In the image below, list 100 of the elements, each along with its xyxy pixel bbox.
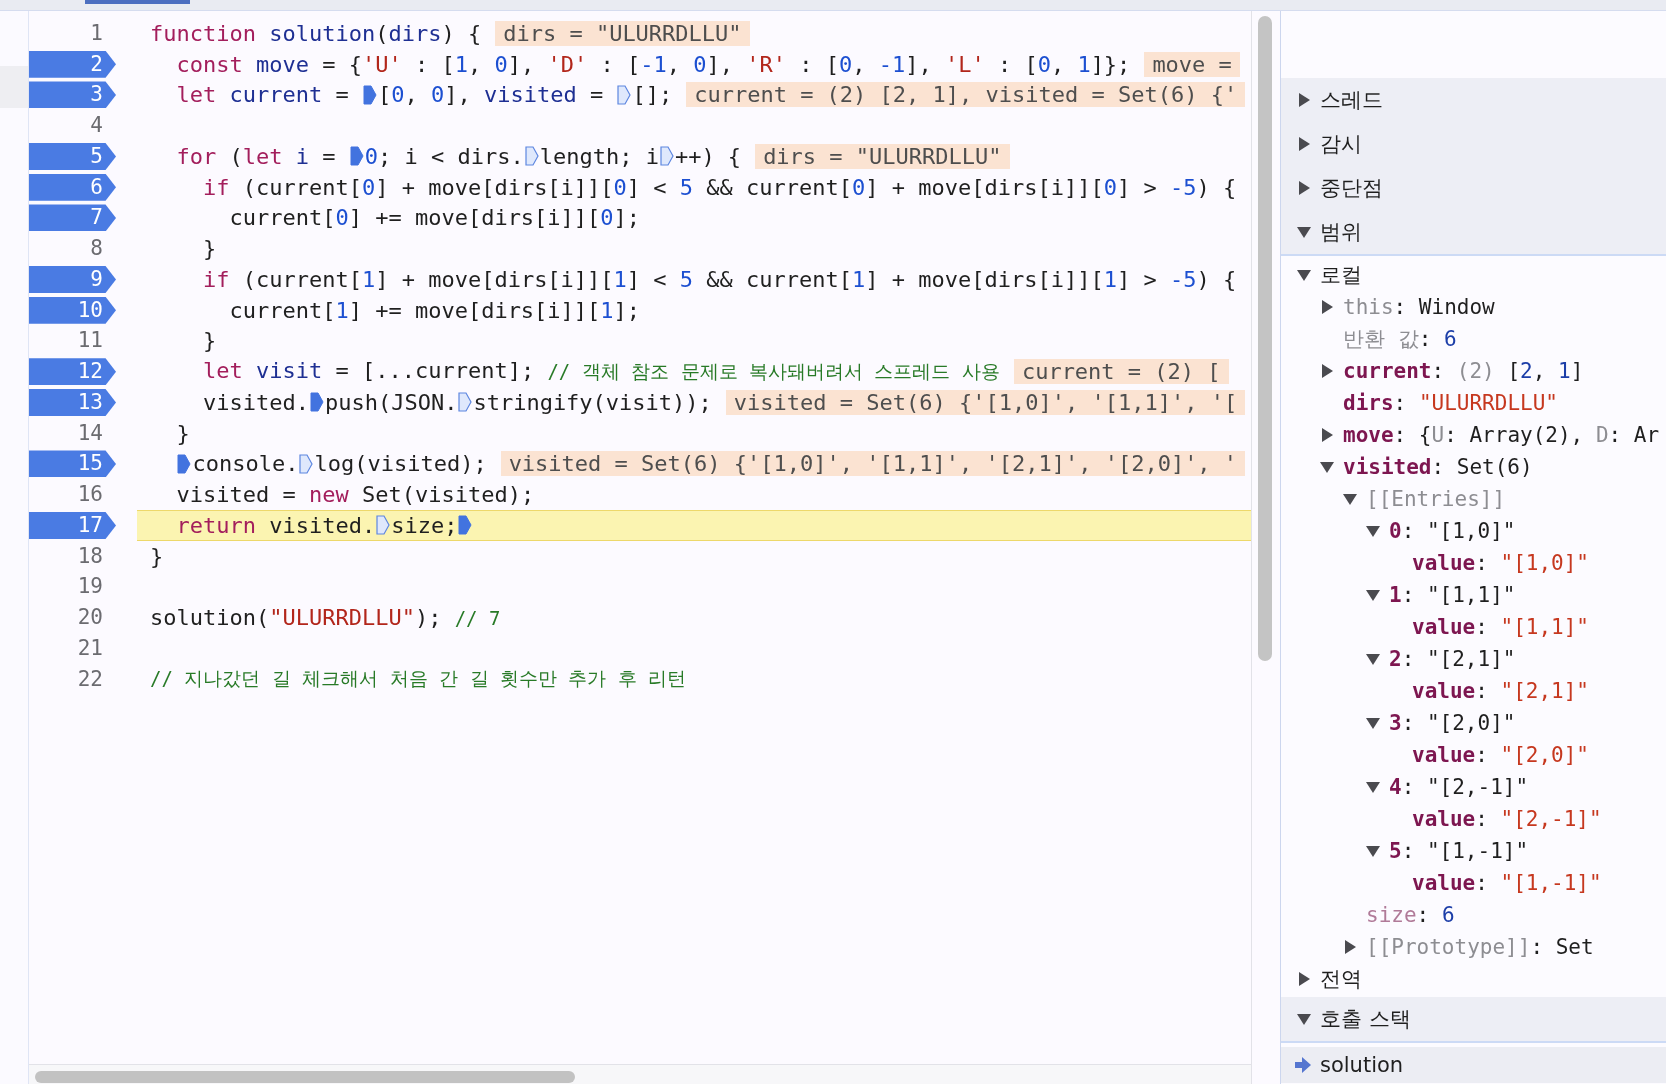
line-number: 21 [76, 634, 104, 662]
breakpoint-marker[interactable]: 7 [29, 204, 116, 232]
property-value: : "[2,1]" [1475, 679, 1590, 703]
section-header[interactable]: 감시 [1320, 130, 1362, 158]
code-text: } [175, 420, 190, 446]
code-text: push(JSON. [324, 389, 458, 415]
side-panel-edge [0, 66, 28, 108]
inline-value: dirs = "ULURRDLLU" [495, 20, 750, 46]
property-value: : "[1,0]" [1401, 519, 1516, 543]
property-name: move [1343, 423, 1394, 447]
property-value: : 6 [1418, 327, 1457, 351]
property-name: 2 [1389, 647, 1402, 671]
property-name: value [1412, 615, 1476, 639]
inline-value: current = (2) [ [1013, 359, 1229, 385]
breakpoint-marker[interactable]: 2 [29, 50, 116, 78]
code-text: [0, 0], visited = [377, 82, 605, 108]
breakpoint-marker[interactable]: 13 [29, 388, 116, 416]
property-name: visited [1343, 455, 1432, 479]
scope-name[interactable]: 전역 [1320, 965, 1362, 993]
breakpoint-marker[interactable]: 9 [29, 265, 116, 293]
code-text: current[0] += move[dirs[i]][0]; [228, 205, 641, 231]
code-text: solution("ULURRDLLU"); // 7 [150, 605, 501, 631]
code-text: let current = [175, 82, 350, 108]
column-breakpoint-icon[interactable] [524, 146, 539, 167]
disclosure-triangle-icon[interactable] [1319, 427, 1335, 443]
disclosure-triangle-icon[interactable] [1365, 715, 1381, 731]
line-number: 14 [76, 419, 104, 447]
property-name: value [1412, 679, 1476, 703]
line-number: 22 [76, 665, 104, 693]
code-text: log(visited); [314, 451, 487, 477]
column-breakpoint-icon[interactable] [362, 84, 377, 105]
property-name: current [1343, 359, 1432, 383]
disclosure-triangle-icon[interactable] [1319, 459, 1335, 475]
disclosure-triangle-icon[interactable] [1296, 92, 1312, 108]
code-text: visited = new Set(visited); [175, 482, 535, 508]
disclosure-triangle-icon[interactable] [1365, 779, 1381, 795]
call-frame-name[interactable]: solution [1320, 1053, 1404, 1077]
property-name: [[Prototype]] [1366, 935, 1531, 959]
code-text: []; [632, 82, 673, 108]
breakpoint-marker[interactable]: 3 [29, 81, 116, 109]
line-number: 19 [76, 573, 104, 601]
property-value: : "[1,1]" [1401, 583, 1516, 607]
code-text: 0; i < dirs. [364, 143, 524, 169]
selected-frame[interactable]: solution [1281, 1047, 1666, 1083]
breakpoint-marker[interactable]: 10 [29, 296, 116, 324]
property-name: size [1366, 903, 1417, 927]
code-text: size; [391, 512, 458, 538]
section-header[interactable]: 중단점 [1320, 174, 1383, 202]
column-breakpoint-icon[interactable] [349, 146, 364, 167]
disclosure-triangle-icon[interactable] [1342, 491, 1358, 507]
disclosure-triangle-icon[interactable] [1365, 523, 1381, 539]
disclosure-triangle-icon[interactable] [1342, 939, 1358, 955]
property-value: : Window [1393, 295, 1495, 319]
breakpoint-marker[interactable]: 15 [29, 450, 116, 478]
disclosure-triangle-icon[interactable] [1296, 224, 1312, 240]
code-text: if (current[1] + move[dirs[i]][1] < 5 && current[1] + move[dirs[i]][1] > -5) { [201, 266, 1237, 292]
disclosure-triangle-icon[interactable] [1296, 180, 1312, 196]
section-header[interactable]: 호출 스택 [1320, 1005, 1411, 1033]
disclosure-triangle-icon[interactable] [1365, 843, 1381, 859]
property-name: value [1412, 743, 1476, 767]
horizontal-scrollbar[interactable] [35, 1071, 575, 1083]
disclosure-triangle-icon[interactable] [1319, 299, 1335, 315]
property-value: : "[1,0]" [1475, 551, 1590, 575]
inline-value: visited = Set(6) {'[1,0]', '[1,1]', '[2,1]', '[2,0]', ' [500, 451, 1246, 477]
column-breakpoint-icon[interactable] [458, 515, 473, 536]
property-value: : "[2,1]" [1401, 647, 1516, 671]
breakpoint-marker[interactable]: 12 [29, 358, 116, 386]
disclosure-triangle-icon[interactable] [1296, 267, 1312, 283]
column-breakpoint-icon[interactable] [177, 453, 192, 474]
column-breakpoint-icon[interactable] [376, 515, 391, 536]
column-breakpoint-icon[interactable] [659, 146, 674, 167]
arrow-icon [1294, 1056, 1312, 1074]
scope-name[interactable]: 로컬 [1320, 261, 1362, 289]
column-breakpoint-icon[interactable] [299, 453, 314, 474]
line-number: 1 [89, 19, 104, 47]
disclosure-triangle-icon[interactable] [1319, 363, 1335, 379]
vertical-scrollbar[interactable] [1258, 16, 1272, 661]
breakpoint-marker[interactable]: 6 [29, 173, 116, 201]
property-name: 0 [1389, 519, 1402, 543]
code-text: function solution(dirs) { [150, 20, 482, 46]
disclosure-triangle-icon[interactable] [1365, 587, 1381, 603]
breakpoint-marker[interactable]: 5 [29, 142, 116, 170]
section-header[interactable]: 스레드 [1320, 86, 1383, 114]
disclosure-triangle-icon[interactable] [1296, 971, 1312, 987]
breakpoint-marker[interactable]: 17 [29, 511, 116, 539]
disclosure-triangle-icon[interactable] [1365, 651, 1381, 667]
column-breakpoint-icon[interactable] [617, 84, 632, 105]
property-name: value [1412, 807, 1476, 831]
code-text: const move = {'U' : [1, 0], 'D' : [-1, 0], 'R' : [0, -1], 'L' : [0, 1]}; [175, 51, 1131, 77]
code-text: stringify(visit)); [473, 389, 712, 415]
section-header[interactable]: 범위 [1320, 218, 1362, 246]
property-value: : 6 [1416, 903, 1455, 927]
column-breakpoint-icon[interactable] [458, 392, 473, 413]
inline-value: current = (2) [2, 1], visited = Set(6) {' [686, 82, 1246, 108]
code-text: visited. [201, 389, 309, 415]
disclosure-triangle-icon[interactable] [1296, 1011, 1312, 1027]
disclosure-triangle-icon[interactable] [1296, 136, 1312, 152]
property-value: : "[1,-1]" [1475, 871, 1602, 895]
column-breakpoint-icon[interactable] [309, 392, 324, 413]
code-text: // 지나갔던 길 체크해서 처음 간 길 횟수만 추가 후 리턴 [150, 666, 687, 692]
